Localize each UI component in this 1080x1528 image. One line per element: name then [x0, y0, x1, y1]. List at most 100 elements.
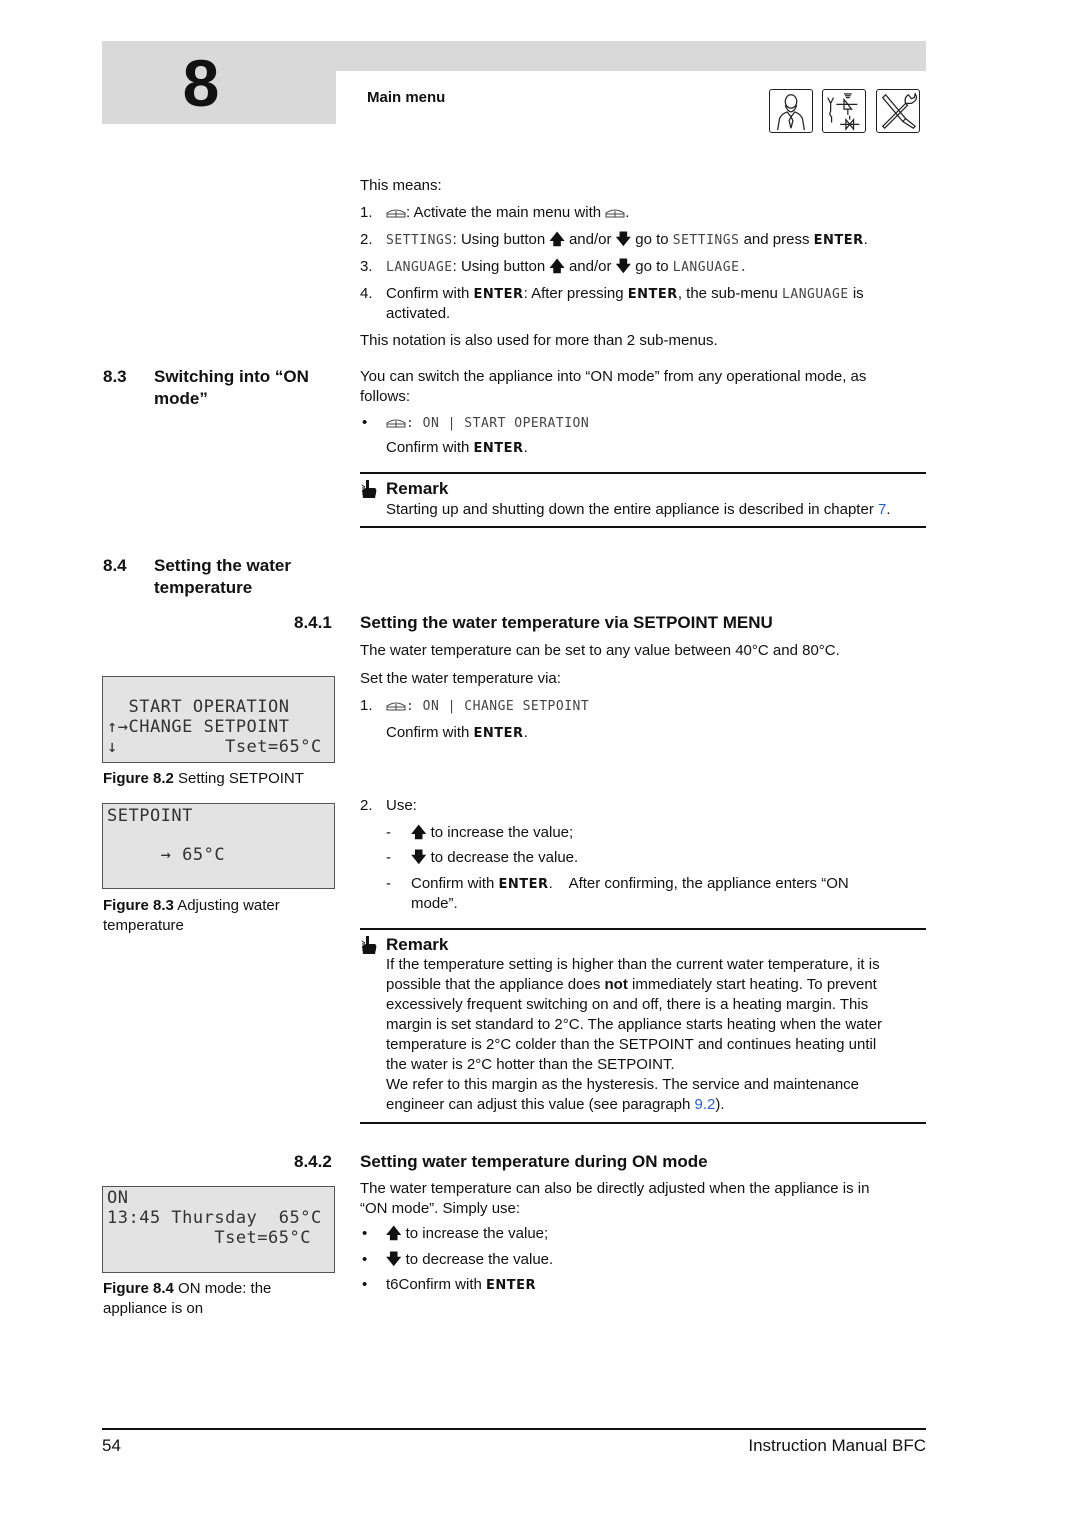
remark-line: margin is set standard to 2°C. The appli… [386, 1016, 882, 1033]
intro-step-4: 4. Confirm with ENTER: After pressing ENT… [360, 284, 864, 305]
menu-key-icon [386, 209, 406, 218]
enter-key-label: ENTER [486, 1278, 537, 1293]
lcd-text: LANGUAGE [386, 260, 453, 275]
step-text: and/or [564, 231, 616, 248]
figure-caption: Figure 8.2 Setting SETPOINT [103, 769, 304, 789]
pointing-hand-icon [361, 480, 377, 498]
dash: - [386, 875, 391, 892]
lcd-display-fig-8-4: ON 13:45 Thursday 65°C Tset=65°C [102, 1186, 335, 1273]
intro-step-3: 3. LANGUAGE: Using button 🡅 and/or 🡇 go t… [360, 257, 748, 278]
item-text: to decrease the value. [401, 1251, 554, 1268]
step-1: 1.: ON | CHANGE SETPOINT [360, 696, 589, 717]
confirm-item-cont: mode”. [411, 895, 458, 912]
step-text: Use: [386, 797, 417, 814]
menu-key-icon [386, 702, 406, 711]
lcd-line: → 65°C [107, 845, 226, 865]
remark-emphasis: not [604, 976, 628, 993]
subsection-title: Setting water temperature during ON mode [360, 1152, 708, 1171]
manual-title: Instruction Manual BFC [748, 1436, 926, 1455]
lcd-line: START OPERATION [107, 697, 290, 717]
section-title-line: Switching into “ON [154, 367, 309, 386]
remark-top-rule [360, 928, 926, 930]
down-arrow-icon: 🡇 [615, 231, 632, 248]
increase-item: 🡅 to increase the value; [411, 823, 573, 843]
confirm-item: t6Confirm with ENTER [386, 1275, 536, 1296]
period: . [523, 724, 528, 741]
up-arrow-icon: 🡅 [411, 824, 427, 841]
period: . [523, 439, 528, 456]
menu-key-icon [605, 209, 625, 218]
body-text: follows: [360, 388, 411, 405]
lcd-menu-path: : ON | START OPERATION [406, 416, 590, 431]
step-text: is [848, 285, 864, 302]
step-text: and press [739, 231, 814, 248]
up-arrow-icon: 🡅 [549, 231, 565, 248]
remark-line: excessively frequent switching on and of… [386, 996, 869, 1013]
lcd-line: ON [107, 1188, 129, 1208]
remark-line: We refer to this margin as the hysteresi… [386, 1076, 860, 1093]
figure-caption-text: temperature [103, 917, 184, 934]
remark-text: immediately start heating. To prevent [632, 976, 877, 993]
enter-key-label: ENTER [813, 233, 864, 248]
subsection-number: 8.4.1 [294, 613, 332, 632]
remark-line: If the temperature setting is higher tha… [386, 956, 880, 973]
item-text: to increase the value; [426, 824, 574, 841]
dash: - [386, 824, 391, 841]
increase-item: 🡅 to increase the value; [386, 1224, 548, 1244]
subsection-title: Setting the water temperature via SETPOI… [360, 613, 773, 632]
enter-key-label: ENTER [473, 726, 524, 741]
section-title-line: Setting the water [154, 556, 291, 575]
lcd-text: SETTINGS [672, 233, 740, 248]
confirm-text: Confirm with ENTER. [386, 438, 528, 459]
step-2: 2. Use: [360, 796, 417, 816]
menu-path: : ON | START OPERATION [386, 413, 589, 434]
figure-caption-text: Adjusting water [173, 897, 280, 914]
step-text: go to [631, 258, 673, 275]
step-text: . [863, 231, 868, 248]
lcd-line: ↓ Tset=65°C [107, 737, 322, 757]
header-section-title: Main menu [367, 89, 446, 106]
enter-key-label: ENTER [473, 287, 524, 302]
remark-body: Starting up and shutting down the entire… [386, 501, 878, 518]
lcd-text: LANGUAGE [782, 287, 849, 302]
remark-title: Remark [386, 479, 449, 498]
step-text: , the sub-menu [677, 285, 783, 302]
body-text: “ON mode”. Simply use: [360, 1200, 521, 1217]
dash: - [386, 849, 391, 866]
confirm-text: Confirm with ENTER. [386, 723, 528, 744]
footer-rule [102, 1428, 926, 1430]
figure-label: Figure 8.4 [103, 1280, 174, 1297]
down-arrow-icon: 🡇 [615, 258, 632, 275]
enter-key-label: ENTER [627, 287, 678, 302]
confirm-item: Confirm with ENTER. After confirming, th… [411, 874, 849, 895]
step-text: : After pressing [523, 285, 628, 302]
confirm-label: Confirm with [386, 724, 474, 741]
figure-caption-text: Setting SETPOINT [173, 770, 304, 787]
step-text: and/or [564, 258, 616, 275]
step-text: : Using button [452, 258, 550, 275]
step-number: 1. [360, 697, 373, 714]
installer-valve-icon [822, 89, 866, 133]
intro-step-4-cont: activated. [386, 305, 451, 322]
up-arrow-icon: 🡅 [549, 258, 565, 275]
down-arrow-icon: 🡇 [411, 849, 427, 866]
bullet: • [362, 1225, 368, 1242]
remark-line: engineer can adjust this value (see para… [386, 1095, 725, 1115]
figure-caption: Figure 8.3 Adjusting water temperature [103, 896, 280, 936]
step-text: go to [631, 231, 673, 248]
enter-key-label: ENTER [498, 877, 549, 892]
intro-note: This notation is also used for more than… [360, 332, 718, 349]
lcd-line: ↑→CHANGE SETPOINT [107, 717, 290, 737]
step-number: 2. [360, 231, 373, 248]
lcd-text: SETTINGS [386, 233, 453, 248]
step-number: 3. [360, 258, 373, 275]
chapter-number: 8 [182, 46, 220, 120]
remark-line: temperature is 2°C colder than the SETPO… [386, 1036, 877, 1053]
section-title-line: temperature [154, 578, 253, 597]
remark-line: the water is 2°C hotter than the SETPOIN… [386, 1056, 675, 1073]
paragraph-link[interactable]: 9.2 [695, 1096, 716, 1113]
section-title: Setting the water temperature [154, 555, 291, 599]
section-title-line: mode” [154, 389, 208, 408]
step-text: Confirm with [386, 285, 474, 302]
menu-key-icon [386, 419, 406, 428]
